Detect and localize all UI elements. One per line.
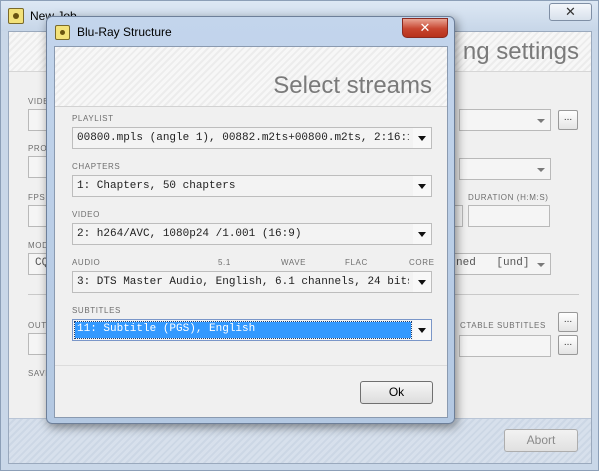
ok-button[interactable]: Ok: [360, 381, 433, 404]
subtitles-browse-button[interactable]: ...: [558, 312, 578, 332]
audio-format-core: CORE: [409, 258, 435, 267]
video-stream-combo[interactable]: 2: h264/AVC, 1080p24 /1.001 (16:9): [72, 223, 432, 245]
subtitles-dropdown-arrow-icon[interactable]: [413, 320, 431, 340]
audio-stream-value: 3: DTS Master Audio, English, 6.1 channe…: [77, 276, 409, 288]
chapters-value: 1: Chapters, 50 chapters: [77, 180, 236, 192]
audio-dropdown-arrow-icon[interactable]: [413, 272, 431, 292]
selectable-subtitles-browse-button[interactable]: ...: [558, 335, 578, 355]
duration-field[interactable]: [468, 205, 550, 227]
playlist-combo[interactable]: 00800.mpls (angle 1), 00882.m2ts+00800.m…: [72, 127, 432, 149]
audio-format-wave: WAVE: [281, 258, 307, 267]
audio-language-combo[interactable]: ned [und]: [449, 253, 551, 275]
app-icon: [8, 8, 24, 24]
abort-button[interactable]: Abort: [504, 429, 578, 452]
dialog-title: Blu-Ray Structure: [77, 25, 172, 39]
audio-stream-label: AUDIO: [72, 258, 101, 267]
background-heading: ng settings: [462, 38, 579, 65]
dialog-app-icon: [55, 25, 70, 40]
dialog-heading: Select streams: [273, 72, 432, 99]
audio-language-value: [und]: [496, 257, 530, 269]
audio-stream-combo[interactable]: 3: DTS Master Audio, English, 6.1 channe…: [72, 271, 432, 293]
video-stream-label: VIDEO: [72, 210, 100, 219]
chapters-dropdown-arrow-icon[interactable]: [413, 176, 431, 196]
audio-language-arrow-icon: [537, 263, 545, 267]
selectable-subtitles-field[interactable]: [459, 335, 551, 357]
playlist-dropdown-arrow-icon[interactable]: [413, 128, 431, 148]
audio-language-prefix: ned: [456, 257, 476, 269]
chapters-label: CHAPTERS: [72, 162, 121, 171]
playlist-value: 00800.mpls (angle 1), 00882.m2ts+00800.m…: [77, 132, 409, 144]
subtitles-value: 11: Subtitle (PGS), English: [74, 321, 412, 339]
bluray-structure-dialog: Blu-Ray Structure ✕ Select streams PLAYL…: [46, 16, 455, 424]
duration-label: DURATION (H:M:S): [468, 193, 549, 202]
video-browse-button[interactable]: ...: [558, 110, 578, 130]
background-close-button[interactable]: ✕: [549, 3, 592, 21]
video-combo-arrow-icon: [537, 119, 545, 123]
audio-format-5-1: 5.1: [218, 258, 231, 267]
audio-format-flac: FLAC: [345, 258, 368, 267]
dialog-client-area: Select streams PLAYLIST 00800.mpls (angl…: [54, 46, 448, 418]
chapters-combo[interactable]: 1: Chapters, 50 chapters: [72, 175, 432, 197]
video-stream-value: 2: h264/AVC, 1080p24 /1.001 (16:9): [77, 228, 302, 240]
dialog-footer-separator: [55, 365, 447, 366]
playlist-label: PLAYLIST: [72, 114, 114, 123]
dialog-close-button[interactable]: ✕: [402, 18, 448, 38]
profile-combo-arrow-icon: [537, 168, 545, 172]
fps-label: FPS: [28, 193, 46, 202]
selectable-subtitles-label: CTABLE SUBTITLES: [460, 321, 546, 330]
subtitles-combo[interactable]: 11: Subtitle (PGS), English: [72, 319, 432, 341]
video-dropdown-arrow-icon[interactable]: [413, 224, 431, 244]
dialog-header: Select streams: [55, 47, 447, 107]
subtitles-label: SUBTITLES: [72, 306, 121, 315]
